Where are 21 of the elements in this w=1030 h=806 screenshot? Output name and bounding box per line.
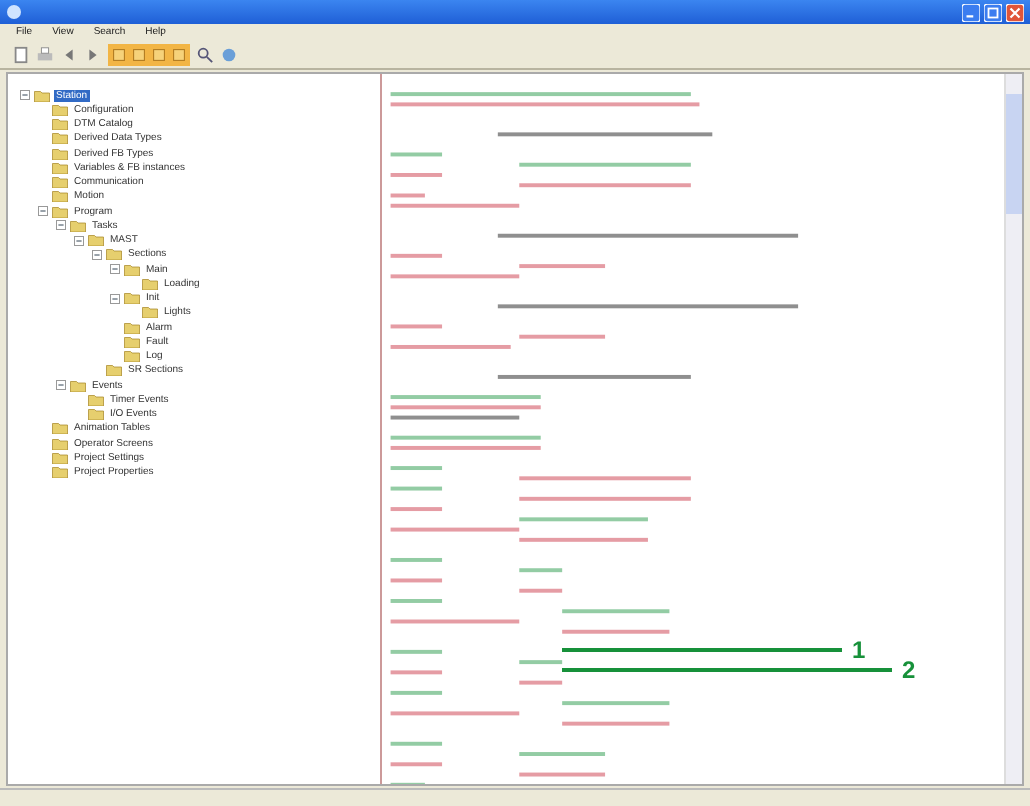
left-arrow-icon[interactable] [60,45,78,63]
expander-icon[interactable] [92,249,102,260]
document-icon[interactable] [12,45,30,63]
app-icon [6,4,22,20]
close-button[interactable] [1006,3,1024,21]
scrollbar[interactable] [1004,74,1022,784]
minimize-button[interactable] [962,3,980,21]
maximize-button[interactable] [984,3,1002,21]
callout-number: 1 [852,636,866,664]
right-arrow-icon[interactable] [84,45,102,63]
print-icon[interactable] [36,45,54,63]
callout-number: 2 [902,656,916,684]
expander-icon[interactable] [110,264,120,275]
zoom-icon[interactable] [196,45,214,63]
expander-icon[interactable] [38,206,48,217]
expander-icon[interactable] [74,235,84,246]
globe-icon[interactable] [220,45,238,63]
expander-icon[interactable] [56,380,66,391]
expander-icon[interactable] [56,220,66,231]
expander-icon[interactable] [20,90,30,101]
expander-icon[interactable] [110,293,120,304]
